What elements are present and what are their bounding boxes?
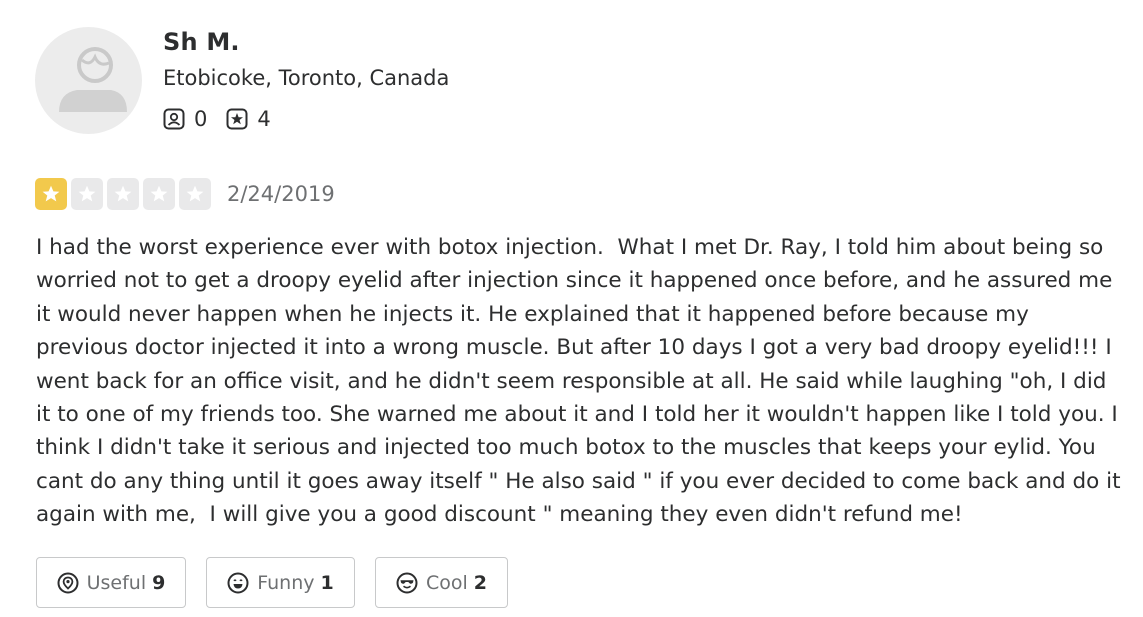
star-filled: [35, 178, 67, 210]
useful-button[interactable]: Useful 9: [36, 557, 186, 608]
star-empty: [179, 178, 211, 210]
star-icon: [150, 185, 168, 202]
funny-button[interactable]: Funny 1: [206, 557, 355, 608]
user-name[interactable]: Sh M.: [163, 28, 240, 56]
funny-icon: [227, 572, 249, 593]
review-text: I had the worst experience ever with bot…: [36, 235, 1128, 528]
friends-count: 0: [194, 107, 208, 131]
star-icon: [42, 185, 60, 202]
funny-count: 1: [320, 571, 334, 594]
cool-label: Cool: [425, 571, 468, 594]
star-empty: [143, 178, 175, 210]
star-icon: [186, 185, 204, 202]
reviews-count: 4: [257, 107, 271, 131]
friends-icon: [163, 108, 185, 130]
useful-count: 9: [152, 571, 166, 594]
cool-count: 2: [473, 571, 488, 594]
star-icon: [78, 185, 96, 202]
user-silhouette-icon: [59, 47, 127, 112]
star-empty: [71, 178, 103, 210]
star-rating: [35, 178, 215, 210]
cool-icon: [396, 572, 418, 593]
cool-button[interactable]: Cool 2: [375, 557, 508, 608]
review-date: 2/24/2019: [227, 182, 335, 206]
funny-label: Funny: [257, 571, 315, 594]
friends-stat: 0: [163, 107, 207, 131]
reaction-buttons: Useful 9 Funny 1 Cool 2: [36, 557, 528, 608]
useful-label: Useful: [86, 571, 147, 594]
star-icon: [114, 185, 132, 202]
useful-icon: [57, 572, 79, 593]
review-star-icon: [226, 108, 248, 130]
reviews-stat: 4: [226, 107, 271, 131]
user-location: Etobicoke, Toronto, Canada: [163, 66, 450, 90]
star-empty: [107, 178, 139, 210]
avatar[interactable]: [35, 27, 142, 134]
rating-row: 2/24/2019: [35, 176, 335, 212]
user-stats: 0 4: [163, 106, 290, 132]
